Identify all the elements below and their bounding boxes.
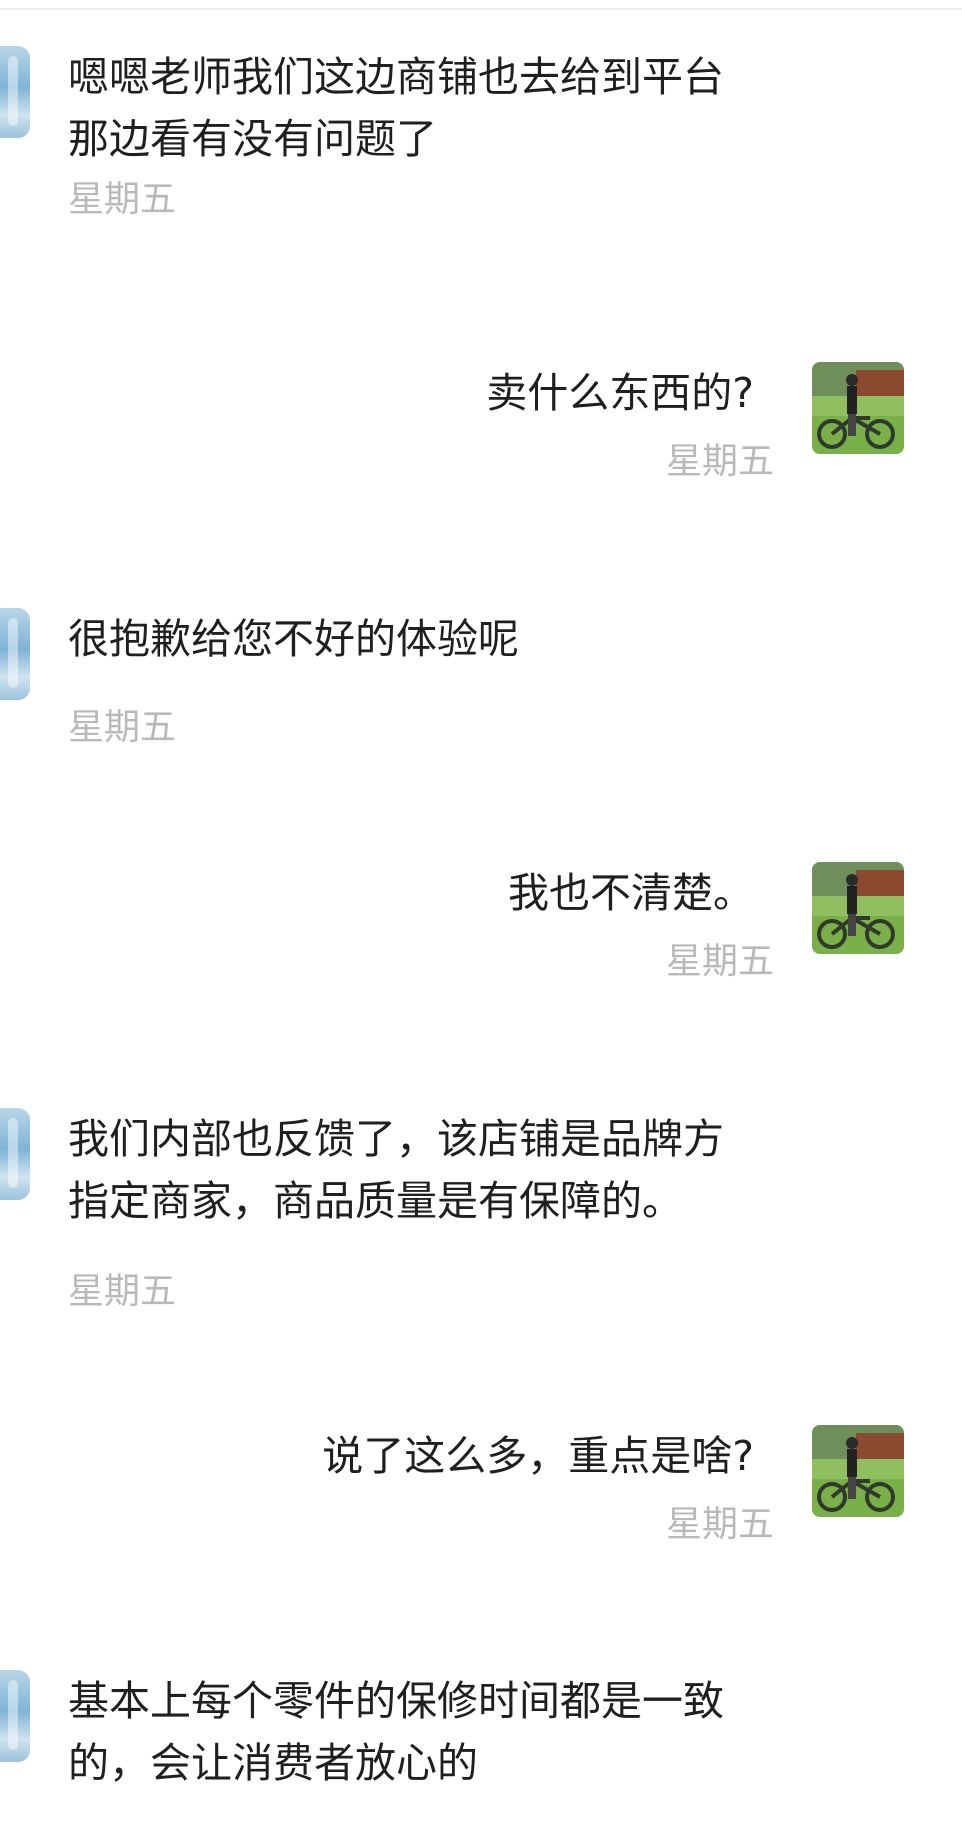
message-line: 嗯嗯老师我们这边商铺也去给到平台 [68,53,724,101]
message-line: 我们内部也反馈了，该店铺是品牌方 [68,1115,724,1163]
message-line: 的，会让消费者放心的 [68,1739,478,1787]
message-time: 星期五 [665,1504,774,1545]
message-time: 星期五 [68,1271,177,1312]
message-text: 我们内部也反馈了，该店铺是品牌方 指定商家，商品质量是有保障的。 [68,1108,828,1232]
cyclist-photo [812,362,904,454]
message-text: 卖什么东西的? [486,369,754,417]
cyclist-photo [812,1425,904,1517]
message-text: 我也不清楚。 [508,869,754,917]
message-text: 说了这么多，重点是啥? [322,1432,754,1480]
agent-avatar[interactable] [0,1670,30,1762]
message-text: 很抱歉给您不好的体验呢 [68,608,828,670]
message-time: 星期五 [665,941,774,982]
user-avatar[interactable] [812,862,904,954]
user-avatar[interactable] [812,362,904,454]
agent-avatar[interactable] [0,1108,30,1200]
message-text: 基本上每个零件的保修时间都是一致 的，会让消费者放心的 [68,1670,828,1794]
cyclist-photo [812,862,904,954]
message-time: 星期五 [68,179,177,220]
message-line: 那边看有没有问题了 [68,115,437,163]
top-divider [0,8,962,10]
message-text: 嗯嗯老师我们这边商铺也去给到平台 那边看有没有问题了 [68,46,828,170]
message-line: 很抱歉给您不好的体验呢 [68,615,519,663]
message-time: 星期五 [68,707,177,748]
message-time: 星期五 [665,441,774,482]
agent-avatar[interactable] [0,608,30,700]
agent-avatar[interactable] [0,46,30,138]
message-line: 基本上每个零件的保修时间都是一致 [68,1677,724,1725]
user-avatar[interactable] [812,1425,904,1517]
message-line: 指定商家，商品质量是有保障的。 [68,1177,683,1225]
